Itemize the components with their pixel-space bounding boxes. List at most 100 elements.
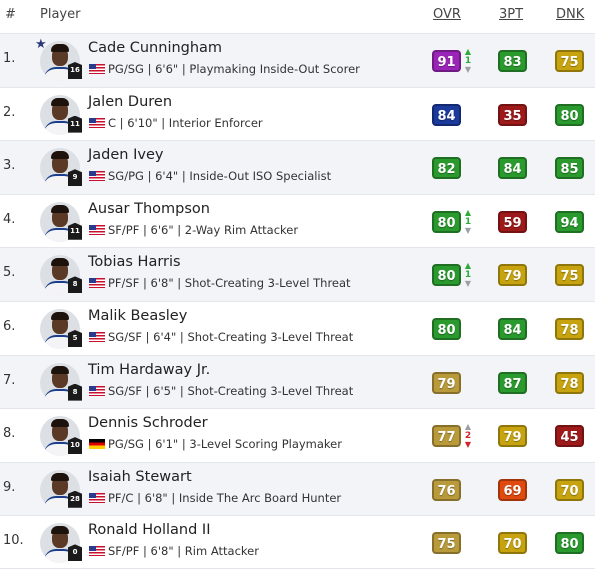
player-name-link[interactable]: Tim Hardaway Jr.: [88, 362, 210, 378]
arrow-down-icon: ▼: [464, 65, 472, 74]
dunk-rating-badge: 45: [555, 425, 584, 448]
jersey-number-badge: 8: [68, 276, 82, 294]
jersey-number-badge: 5: [68, 329, 82, 347]
usa-flag-icon: [89, 492, 105, 503]
table-row[interactable]: 2. 11 Jalen Duren C | 6'10" | Interior Enfo…: [0, 86, 595, 141]
table-row[interactable]: 10. 0 Ronald Holland II SF/PF | 6'8" | Rim …: [0, 515, 595, 569]
hair-shape: [51, 151, 69, 160]
player-info: SG/SF | 6'5" | Shot-Creating 3-Level Thr…: [89, 384, 353, 398]
dunk-rating-badge: 78: [555, 317, 584, 340]
dunk-rating-badge: 75: [555, 50, 584, 72]
dunk-rating-badge: 75: [555, 264, 584, 287]
table-row[interactable]: 6. 5 Malik Beasley SG/SF | 6'4" | Shot-Crea…: [0, 300, 595, 355]
jersey-number-badge: 9: [68, 169, 82, 187]
three-point-rating-badge: 70: [498, 532, 527, 555]
ovr-rating-badge: 80: [432, 210, 461, 233]
player-rank: 2.: [3, 104, 16, 120]
header-3pt-sort[interactable]: 3PT: [499, 7, 523, 22]
hair-shape: [51, 44, 69, 52]
player-info: C | 6'10" | Interior Enforcer: [89, 116, 263, 130]
three-point-rating-badge: 59: [498, 210, 527, 233]
three-point-rating-badge: 79: [498, 264, 527, 287]
rating-change-indicator: ▲ 2 ▼: [462, 423, 474, 451]
player-rank: 9.: [3, 479, 16, 495]
ovr-rating-badge: 77: [432, 425, 461, 448]
player-rank: 7.: [3, 372, 16, 388]
dunk-rating-badge: 80: [555, 532, 584, 555]
hair-shape: [51, 472, 69, 481]
dunk-rating-badge: 78: [555, 371, 584, 394]
jersey-number-badge: 11: [68, 115, 82, 133]
arrow-up-icon: ▲: [464, 422, 472, 432]
arrow-up-icon: ▲: [464, 47, 472, 56]
player-rank: 10.: [3, 533, 24, 549]
table-row[interactable]: 3. 9 Jaden Ivey SG/PG | 6'4" | Inside-Out I…: [0, 140, 595, 194]
hair-shape: [51, 97, 69, 106]
usa-flag-icon: [89, 117, 105, 128]
table-row[interactable]: 8. 10 Dennis Schroder PG/SG | 6'1" | 3-Leve…: [0, 408, 595, 462]
player-name-link[interactable]: Cade Cunningham: [88, 40, 222, 56]
table-row[interactable]: 4. 11 Ausar Thompson SF/PF | 6'6" | 2-Way R…: [0, 193, 595, 248]
table-row[interactable]: 9. 28 Isaiah Stewart PF/C | 6'8" | Inside T…: [0, 461, 595, 516]
player-position-height-archetype: SG/SF | 6'4" | Shot-Creating 3-Level Thr…: [108, 329, 354, 344]
arrow-down-icon: ▼: [464, 440, 472, 450]
player-name-link[interactable]: Isaiah Stewart: [88, 469, 192, 485]
player-name-link[interactable]: Dennis Schroder: [88, 415, 208, 431]
player-rank: 8.: [3, 426, 16, 442]
hair-shape: [51, 311, 69, 320]
three-point-rating-badge: 35: [498, 103, 527, 126]
player-name-link[interactable]: Jaden Ivey: [88, 147, 163, 163]
player-rank: 3.: [3, 158, 16, 174]
arrow-up-icon: ▲: [464, 207, 472, 217]
player-rank: 4.: [3, 211, 16, 227]
usa-flag-icon: [89, 546, 105, 557]
player-name-link[interactable]: Jalen Duren: [88, 94, 172, 110]
ovr-rating-badge: 80: [432, 264, 461, 287]
player-info: PG/SG | 6'1" | 3-Level Scoring Playmaker: [89, 437, 342, 451]
player-position-height-archetype: C | 6'10" | Interior Enforcer: [108, 115, 263, 130]
table-row[interactable]: 7. 8 Tim Hardaway Jr. SG/SF | 6'5" | Shot-C…: [0, 354, 595, 409]
player-position-height-archetype: PG/SG | 6'1" | 3-Level Scoring Playmaker: [108, 437, 342, 452]
player-info: SF/PF | 6'8" | Rim Attacker: [89, 544, 259, 558]
player-info: PF/C | 6'8" | Inside The Arc Board Hunte…: [89, 491, 341, 505]
player-position-height-archetype: SG/PG | 6'4" | Inside-Out ISO Specialist: [108, 169, 332, 184]
rating-change-indicator: ▲ 1 ▼: [462, 207, 474, 237]
arrow-down-icon: ▼: [464, 225, 472, 235]
jersey-number-badge: 11: [68, 222, 82, 240]
header-player: Player: [40, 7, 81, 22]
player-rank: 1.: [3, 51, 16, 66]
header-dnk-sort[interactable]: DNK: [556, 7, 584, 22]
player-info: PG/SG | 6'6" | Playmaking Inside-Out Sco…: [89, 62, 360, 76]
player-position-height-archetype: PF/SF | 6'8" | Shot-Creating 3-Level Thr…: [108, 276, 351, 291]
three-point-rating-badge: 83: [498, 50, 527, 72]
player-position-height-archetype: PF/C | 6'8" | Inside The Arc Board Hunte…: [108, 490, 342, 505]
three-point-rating-badge: 87: [498, 371, 527, 394]
player-info: SF/PF | 6'6" | 2-Way Rim Attacker: [89, 223, 298, 237]
ovr-rating-badge: 76: [432, 478, 461, 501]
three-point-rating-badge: 84: [498, 157, 527, 180]
player-info: SG/PG | 6'4" | Inside-Out ISO Specialist: [89, 169, 331, 183]
arrow-up-icon: ▲: [464, 261, 472, 271]
usa-flag-icon: [89, 64, 105, 74]
ovr-rating-badge: 79: [432, 371, 461, 394]
germany-flag-icon: [89, 439, 105, 450]
player-name-link[interactable]: Ronald Holland II: [88, 522, 211, 538]
header-ovr-sort[interactable]: OVR: [433, 7, 461, 22]
table-header: # Player OVR 3PT DNK: [0, 0, 595, 33]
player-name-link[interactable]: Ausar Thompson: [88, 201, 210, 217]
usa-flag-icon: [89, 224, 105, 235]
dunk-rating-badge: 94: [555, 210, 584, 233]
table-row[interactable]: 5. 8 Tobias Harris PF/SF | 6'8" | Shot-Crea…: [0, 247, 595, 301]
hair-shape: [51, 258, 69, 267]
player-name-link[interactable]: Tobias Harris: [88, 254, 181, 270]
table-row[interactable]: 1. ★ 16 Cade Cunningham PG/SG | 6'6" | Playm…: [0, 33, 595, 87]
three-point-rating-badge: 84: [498, 317, 527, 340]
player-name-link[interactable]: Malik Beasley: [88, 308, 187, 324]
jersey-number-badge: 10: [68, 437, 82, 455]
jersey-number-badge: 28: [68, 490, 82, 508]
player-position-height-archetype: SG/SF | 6'5" | Shot-Creating 3-Level Thr…: [108, 383, 354, 398]
player-list: 1. ★ 16 Cade Cunningham PG/SG | 6'6" | Playm…: [0, 33, 595, 569]
player-position-height-archetype: PG/SG | 6'6" | Playmaking Inside-Out Sco…: [108, 62, 360, 76]
ovr-rating-badge: 80: [432, 317, 461, 340]
player-info: PF/SF | 6'8" | Shot-Creating 3-Level Thr…: [89, 276, 351, 290]
